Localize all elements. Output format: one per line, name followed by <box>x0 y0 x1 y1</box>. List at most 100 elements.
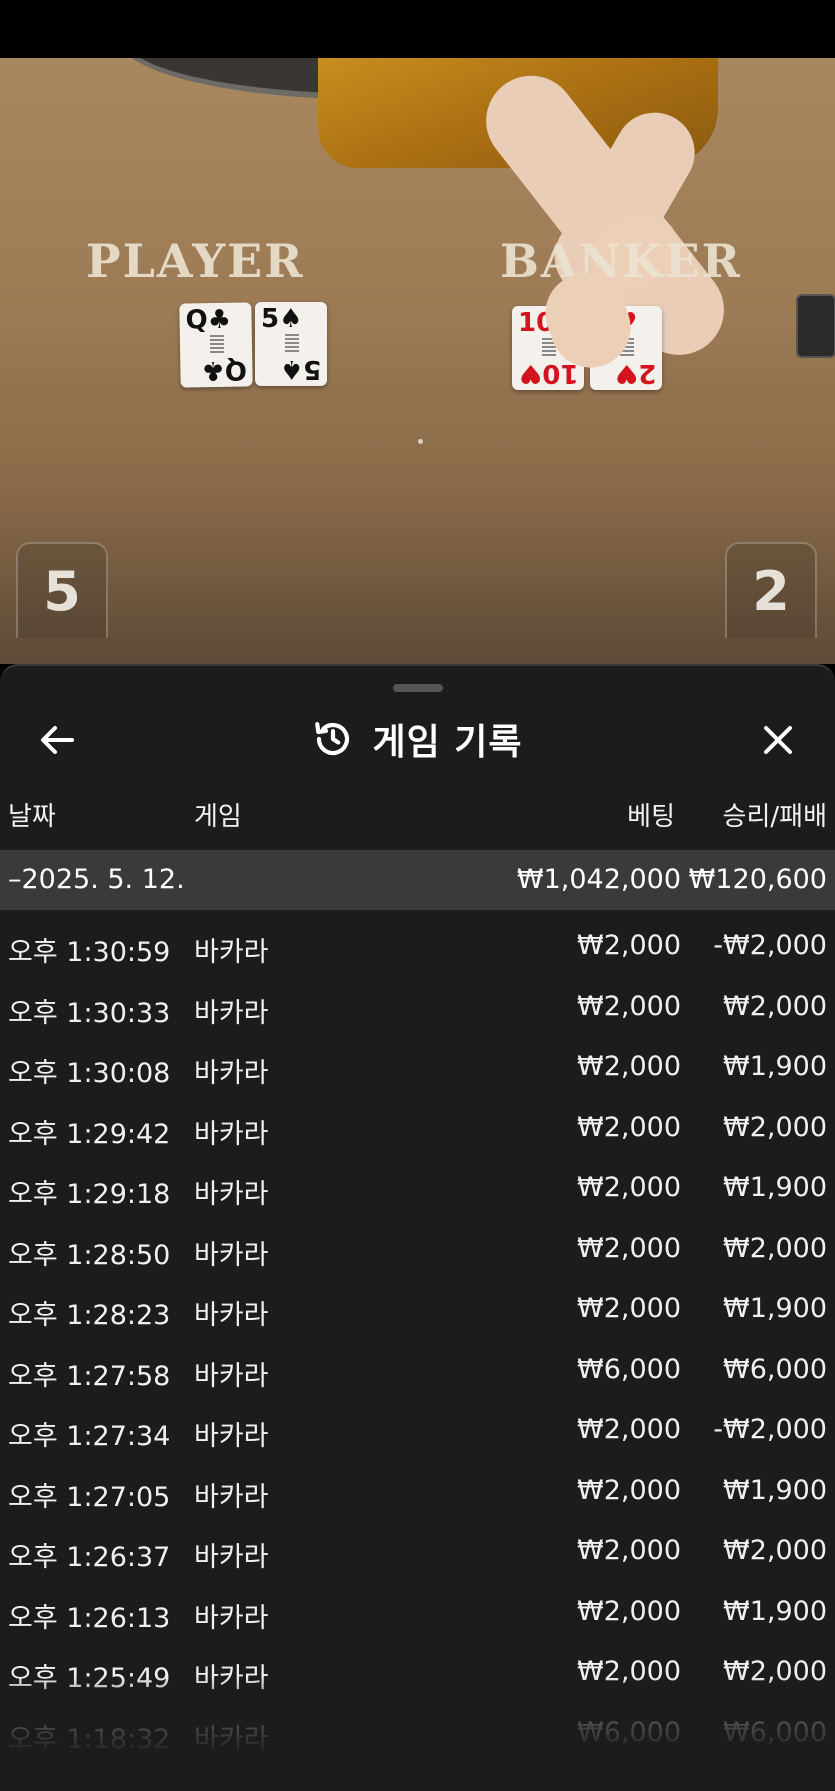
table-label-banker: BANKER <box>500 234 742 288</box>
row-win-loss: ₩2,000 <box>723 990 827 1022</box>
row-bet: ₩2,000 <box>577 1595 681 1627</box>
row-time: 오후 1:25:49 <box>8 1663 171 1694</box>
row-time: 오후 1:30:08 <box>8 1058 171 1089</box>
row-game: 바카라 <box>194 1481 269 1513</box>
row-game: 바카라 <box>194 1118 269 1150</box>
table-row[interactable]: 오후 1:27:05 바카라 ₩2,000 ₩1,900 <box>0 1461 835 1522</box>
row-game: 바카라 <box>194 997 269 1029</box>
spade-icon: ♠ <box>279 354 303 384</box>
heart-icon: ♥ <box>614 358 638 388</box>
column-header-win-loss: 승리/패배 <box>722 802 827 832</box>
row-bet: ₩2,000 <box>577 1656 681 1687</box>
row-win-loss: ₩1,900 <box>723 1172 827 1203</box>
table-row[interactable]: 오후 1:29:18 바카라 ₩2,000 ₩1,900 <box>0 1158 835 1219</box>
row-bet: ₩2,000 <box>577 1111 681 1143</box>
table-row[interactable]: 오후 1:28:50 바카라 ₩2,000 ₩2,000 <box>0 1219 835 1280</box>
row-bet: ₩6,000 <box>577 1716 681 1748</box>
player-score: 5 <box>16 542 108 638</box>
table-row[interactable]: 오후 1:30:33 바카라 ₩2,000 ₩2,000 <box>0 977 835 1038</box>
table-row[interactable]: 오후 1:28:23 바카라 ₩2,000 ₩1,900 <box>0 1279 835 1340</box>
row-game: 바카라 <box>194 937 269 968</box>
row-time: 오후 1:30:59 <box>8 937 171 968</box>
column-header-date: 날짜 <box>8 802 56 832</box>
row-win-loss: ₩2,000 <box>723 1535 827 1566</box>
row-win-loss: ₩6,000 <box>723 1716 827 1748</box>
table-row[interactable]: 오후 1:30:08 바카라 ₩2,000 ₩1,900 <box>0 1037 835 1098</box>
table-row[interactable]: 오후 1:30:59 바카라 ₩2,000 -₩2,000 <box>0 916 835 977</box>
row-game: 바카라 <box>194 1602 269 1634</box>
column-header-bet: 베팅 <box>627 802 675 832</box>
card-rank: 2 <box>637 358 656 388</box>
row-bet: ₩2,000 <box>577 930 681 961</box>
row-win-loss: ₩1,900 <box>723 1293 827 1324</box>
row-win-loss: ₩1,900 <box>723 1595 827 1627</box>
row-bet: ₩2,000 <box>577 1535 681 1566</box>
card-rank: 5 <box>302 354 321 384</box>
row-game: 바카라 <box>194 1360 269 1392</box>
group-bet-total: ₩1,042,000 <box>516 864 681 895</box>
row-bet: ₩2,000 <box>577 1232 681 1264</box>
row-bet: ₩2,000 <box>577 1293 681 1324</box>
row-game: 바카라 <box>194 1723 269 1755</box>
row-time: 오후 1:18:32 <box>8 1723 171 1755</box>
row-game: 바카라 <box>194 1421 269 1452</box>
table-row[interactable]: 오후 1:25:49 바카라 ₩2,000 ₩2,000 <box>0 1642 835 1703</box>
club-icon: ♣ <box>207 304 232 336</box>
table-row[interactable]: 오후 1:26:37 바카라 ₩2,000 ₩2,000 <box>0 1521 835 1582</box>
row-win-loss: ₩1,900 <box>723 1051 827 1082</box>
arrow-left-icon[interactable] <box>30 714 82 766</box>
game-history-sheet: 게임 기록 날짜 게임 베팅 승리/패배 –2025. 5. 12. ₩1,04… <box>0 664 835 1791</box>
group-win-loss-total: ₩120,600 <box>688 864 827 895</box>
row-win-loss: ₩2,000 <box>723 1656 827 1687</box>
card-rank: Q <box>185 305 208 336</box>
row-time: 오후 1:29:42 <box>8 1118 171 1150</box>
row-time: 오후 1:28:50 <box>8 1239 171 1271</box>
card-shoe-icon <box>796 294 835 358</box>
row-bet: ₩6,000 <box>577 1353 681 1385</box>
table-row[interactable]: 오후 1:29:42 바카라 ₩2,000 ₩2,000 <box>0 1098 835 1159</box>
row-win-loss: -₩2,000 <box>713 930 827 961</box>
group-date: –2025. 5. 12. <box>8 864 185 895</box>
table-row[interactable]: 오후 1:18:32 바카라 ₩6,000 ₩6,000 <box>0 1703 835 1764</box>
table-header: 날짜 게임 베팅 승리/패배 <box>0 796 835 836</box>
player-card-2: 5♠ 5♠ <box>255 302 327 386</box>
close-icon[interactable] <box>752 714 804 766</box>
table-row[interactable]: 오후 1:26:13 바카라 ₩2,000 ₩1,900 <box>0 1582 835 1643</box>
row-game: 바카라 <box>194 1239 269 1271</box>
row-game: 바카라 <box>194 1179 269 1210</box>
row-time: 오후 1:30:33 <box>8 997 171 1029</box>
row-time: 오후 1:26:37 <box>8 1542 171 1573</box>
row-bet: ₩2,000 <box>577 990 681 1022</box>
table-row[interactable]: 오후 1:27:34 바카라 ₩2,000 -₩2,000 <box>0 1400 835 1461</box>
table-row[interactable]: 오후 1:27:58 바카라 ₩6,000 ₩6,000 <box>0 1340 835 1401</box>
date-group-row[interactable]: –2025. 5. 12. ₩1,042,000 ₩120,600 <box>0 850 835 910</box>
row-game: 바카라 <box>194 1300 269 1331</box>
sheet-drag-handle[interactable] <box>393 684 443 692</box>
history-icon <box>315 722 350 756</box>
heart-icon: ♥ <box>518 358 542 388</box>
row-bet: ₩2,000 <box>577 1172 681 1203</box>
row-win-loss: ₩1,900 <box>723 1474 827 1506</box>
card-barcode <box>285 334 299 352</box>
row-bet: ₩2,000 <box>577 1414 681 1445</box>
table-label-player: PLAYER <box>86 234 305 288</box>
row-win-loss: ₩2,000 <box>723 1232 827 1264</box>
row-game: 바카라 <box>194 1542 269 1573</box>
row-win-loss: ₩2,000 <box>723 1111 827 1143</box>
live-video-stream[interactable]: PLAYER BANKER Q♣ Q♣ 5♠ 5♠ 10♥ 10♥ 2♥ 2♥ … <box>0 58 835 664</box>
row-bet: ₩2,000 <box>577 1474 681 1506</box>
row-win-loss: ₩6,000 <box>723 1353 827 1385</box>
row-time: 오후 1:27:58 <box>8 1360 171 1392</box>
row-time: 오후 1:27:05 <box>8 1481 171 1513</box>
row-game: 바카라 <box>194 1058 269 1089</box>
club-icon: ♣ <box>200 354 225 386</box>
row-game: 바카라 <box>194 1663 269 1694</box>
card-barcode <box>209 334 225 354</box>
row-bet: ₩2,000 <box>577 1051 681 1082</box>
title-group: 게임 기록 <box>0 706 835 772</box>
player-card-1: Q♣ Q♣ <box>179 302 253 388</box>
card-rank: 5 <box>261 304 280 334</box>
column-header-game: 게임 <box>194 802 242 832</box>
banker-score: 2 <box>725 542 817 638</box>
spade-icon: ♠ <box>279 304 303 334</box>
